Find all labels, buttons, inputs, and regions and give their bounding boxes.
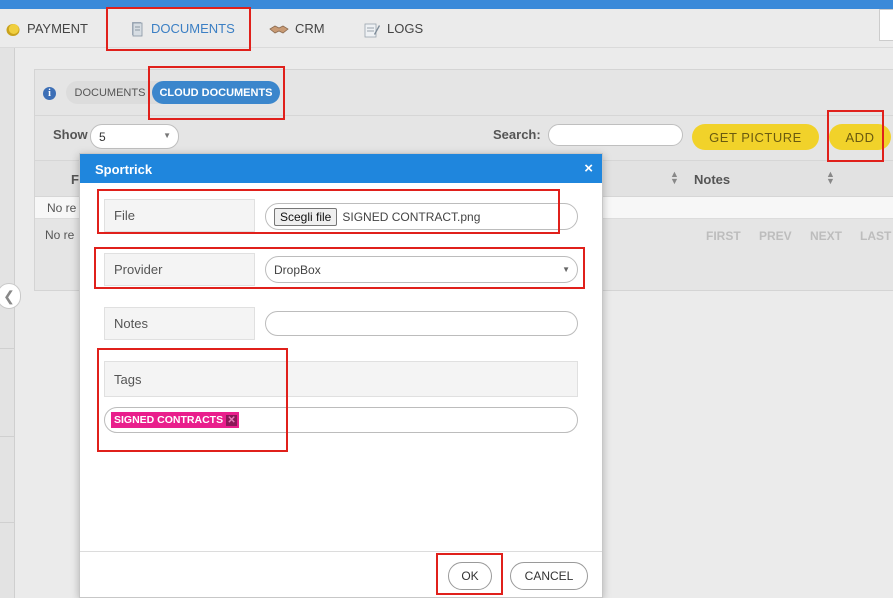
no-records-info: No re	[45, 228, 75, 242]
tags-label: Tags	[104, 361, 578, 397]
tag-chip-label: SIGNED CONTRACTS	[114, 414, 224, 426]
column-header-notes[interactable]: Notes	[694, 172, 730, 187]
dialog-title: Sportrick	[95, 162, 153, 177]
provider-select[interactable]: DropBox ▼	[265, 256, 578, 283]
tags-input[interactable]: SIGNED CONTRACTS ✕	[104, 407, 578, 433]
show-entries-label: Show	[53, 127, 88, 142]
file-name: SIGNED CONTRACT.png	[342, 209, 481, 224]
chevron-left-icon: ❮	[3, 287, 15, 304]
nav-crm[interactable]: CRM	[269, 9, 325, 48]
show-entries-select[interactable]: 5 ▼	[90, 124, 179, 149]
close-icon[interactable]: ×	[584, 160, 593, 177]
search-input[interactable]	[548, 124, 683, 146]
file-label-text: File	[114, 208, 135, 223]
nav-documents[interactable]: DOCUMENTS	[129, 9, 235, 48]
column-header-file[interactable]: F	[71, 172, 79, 187]
nav-logs[interactable]: LOGS	[363, 9, 423, 48]
document-icon	[129, 21, 145, 37]
get-picture-button[interactable]: GET PICTURE	[692, 124, 819, 150]
sidebar-divider	[0, 348, 15, 349]
nav-documents-label: DOCUMENTS	[151, 21, 235, 36]
tabs-row: i DOCUMENTS CLOUD DOCUMENTS	[35, 70, 893, 116]
nav-payment[interactable]: PAYMENT	[5, 9, 88, 48]
coin-icon	[5, 21, 21, 37]
no-records-text: No re	[47, 201, 77, 215]
nav-logs-label: LOGS	[387, 21, 424, 36]
sidebar-collapse-button[interactable]: ❮	[0, 283, 21, 309]
sort-icon[interactable]: ▲ ▼	[670, 170, 679, 186]
notes-input[interactable]	[265, 311, 578, 336]
handshake-icon	[269, 21, 289, 37]
tab-documents-label: DOCUMENTS	[74, 86, 146, 99]
file-label: File	[104, 199, 255, 232]
sidebar-divider	[0, 522, 15, 523]
nav-payment-label: PAYMENT	[27, 21, 88, 36]
nav-overflow-box	[879, 9, 893, 41]
sort-icon[interactable]: ▲ ▼	[826, 170, 835, 186]
upload-dialog: Sportrick × File Scegli file SIGNED CONT…	[79, 153, 603, 598]
top-accent-bar	[0, 0, 893, 9]
notes-label: Notes	[104, 307, 255, 340]
file-input[interactable]: Scegli file SIGNED CONTRACT.png	[265, 203, 578, 230]
dialog-header: Sportrick ×	[80, 154, 602, 183]
choose-file-button[interactable]: Scegli file	[274, 207, 338, 226]
add-label: ADD	[845, 129, 875, 145]
get-picture-label: GET PICTURE	[709, 129, 802, 145]
tag-chip: SIGNED CONTRACTS ✕	[111, 412, 240, 428]
pager-last[interactable]: LAST	[860, 229, 891, 243]
provider-label: Provider	[104, 253, 255, 286]
pager-next[interactable]: NEXT	[810, 229, 842, 243]
notes-label-text: Notes	[114, 316, 148, 331]
chevron-down-icon: ▼	[562, 265, 570, 274]
remove-tag-icon[interactable]: ✕	[226, 414, 238, 426]
pager-prev[interactable]: PREV	[759, 229, 792, 243]
tab-cloud-documents[interactable]: CLOUD DOCUMENTS	[152, 81, 280, 104]
ok-button[interactable]: OK	[448, 562, 492, 590]
cancel-button[interactable]: CANCEL	[510, 562, 588, 590]
info-icon[interactable]: i	[43, 87, 56, 100]
nav-crm-label: CRM	[295, 21, 325, 36]
provider-label-text: Provider	[114, 262, 163, 277]
show-entries-value: 5	[99, 129, 106, 144]
left-sidebar-strip	[0, 48, 15, 598]
add-button[interactable]: ADD	[829, 124, 891, 150]
provider-value: DropBox	[274, 262, 321, 277]
tags-label-text: Tags	[114, 371, 142, 387]
cancel-label: CANCEL	[524, 569, 574, 583]
main-navbar: PAYMENT DOCUMENTS CRM LOGS	[0, 9, 893, 48]
search-label: Search:	[493, 127, 541, 142]
ok-label: OK	[461, 569, 479, 583]
pager-first[interactable]: FIRST	[706, 229, 741, 243]
tab-cloud-documents-label: CLOUD DOCUMENTS	[159, 86, 273, 99]
dialog-footer-divider	[80, 551, 602, 552]
sidebar-divider	[0, 436, 15, 437]
chevron-down-icon: ▼	[163, 131, 171, 140]
log-icon	[363, 21, 381, 37]
